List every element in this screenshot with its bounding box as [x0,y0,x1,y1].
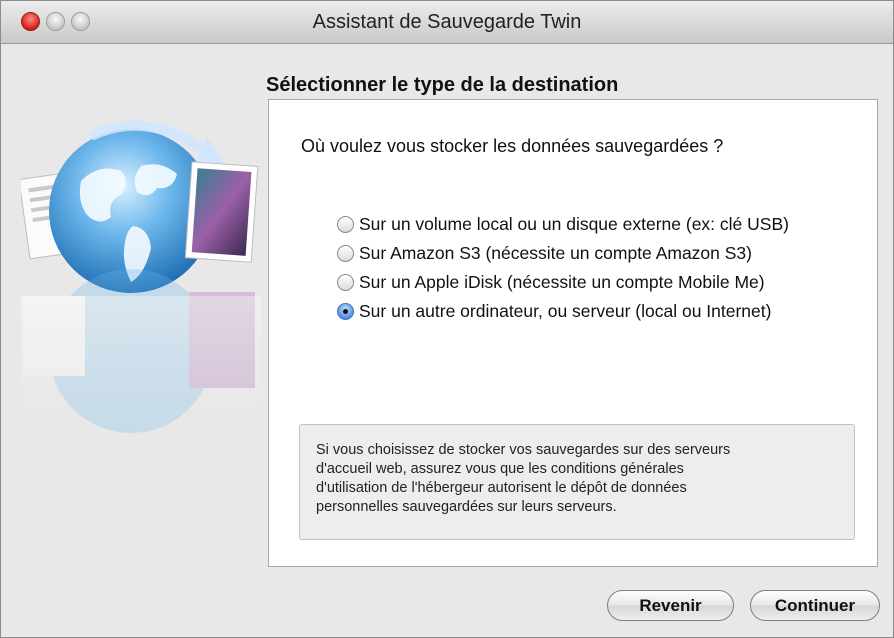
notice-line: d'accueil web, assurez vous que les cond… [316,461,684,477]
radio-button-selected[interactable] [337,303,354,320]
notice-line: personnelles sauvegardées sur leurs serv… [316,499,617,515]
window-title: Assistant de Sauvegarde Twin [312,11,582,33]
content-panel: Où voulez vous stocker les données sauve… [268,99,878,567]
notice-line: d'utilisation de l'hébergeur autorisent … [316,480,687,496]
wizard-window: Assistant de Sauvegarde Twin Sélectionne… [0,0,894,638]
radio-option-local-volume[interactable]: Sur un volume local ou un disque externe… [337,212,789,237]
notice-line: Si vous choisissez de stocker vos sauveg… [316,442,731,458]
radio-option-label: Sur un autre ordinateur, ou serveur (loc… [359,301,772,321]
radio-option-amazon-s3[interactable]: Sur Amazon S3 (nécessite un compte Amazo… [337,241,789,266]
radio-option-apple-idisk[interactable]: Sur un Apple iDisk (nécessite un compte … [337,270,789,295]
radio-option-other-computer[interactable]: Sur un autre ordinateur, ou serveur (loc… [337,299,789,324]
radio-button[interactable] [337,245,354,262]
destination-radio-group: Sur un volume local ou un disque externe… [337,212,789,328]
question-label: Où voulez vous stocker les données sauve… [301,136,724,156]
back-button[interactable]: Revenir [607,590,734,621]
radio-button[interactable] [337,274,354,291]
continue-button[interactable]: Continuer [750,590,880,621]
radio-button[interactable] [337,216,354,233]
title-bar[interactable]: Assistant de Sauvegarde Twin [1,1,893,44]
globe-with-documents-icon [18,96,261,446]
radio-option-label: Sur un volume local ou un disque externe… [359,214,789,234]
radio-option-label: Sur Amazon S3 (nécessite un compte Amazo… [359,243,752,263]
radio-option-label: Sur un Apple iDisk (nécessite un compte … [359,272,765,292]
page-title: Sélectionner le type de la destination [266,74,619,96]
info-notice-box: Si vous choisissez de stocker vos sauveg… [299,424,855,540]
